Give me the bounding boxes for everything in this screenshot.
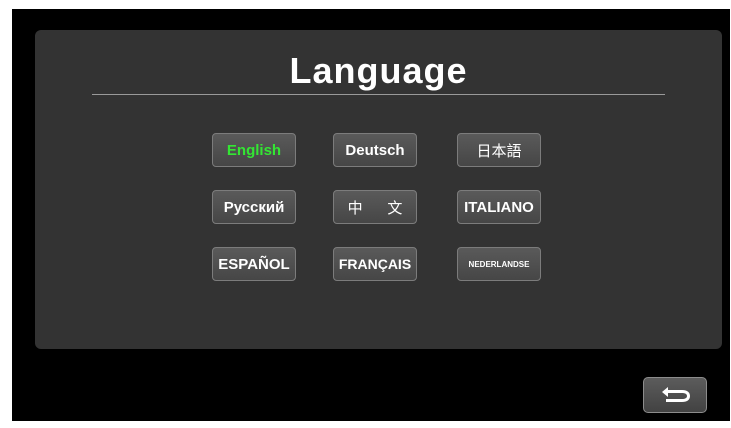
language-button-chinese[interactable]: 中 文 <box>333 190 417 224</box>
language-button-deutsch[interactable]: Deutsch <box>333 133 417 167</box>
device-screen: Language English Deutsch 日本語 Русский 中 文… <box>12 9 730 421</box>
back-button[interactable] <box>643 377 707 413</box>
language-button-japanese[interactable]: 日本語 <box>457 133 541 167</box>
language-button-spanish[interactable]: ESPAÑOL <box>212 247 296 281</box>
language-panel: Language English Deutsch 日本語 Русский 中 文… <box>35 30 722 349</box>
language-button-french[interactable]: FRANÇAIS <box>333 247 417 281</box>
return-arrow-icon <box>662 387 690 402</box>
language-button-russian[interactable]: Русский <box>212 190 296 224</box>
language-button-dutch[interactable]: NEDERLANDSE <box>457 247 541 281</box>
language-button-english[interactable]: English <box>212 133 296 167</box>
title-divider <box>92 94 665 95</box>
language-button-italian[interactable]: ITALIANO <box>457 190 541 224</box>
page-title: Language <box>289 50 468 91</box>
